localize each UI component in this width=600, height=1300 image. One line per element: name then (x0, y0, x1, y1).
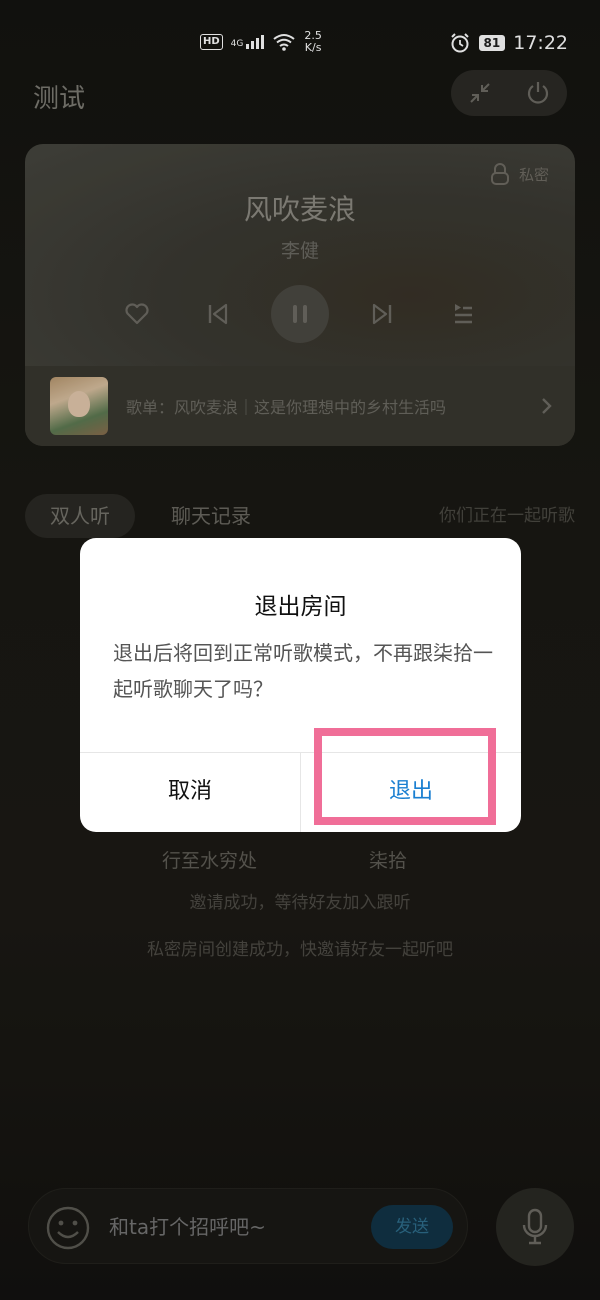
dialog-message: 退出后将回到正常听歌模式，不再跟柒拾一起听歌聊天了吗？ (113, 641, 493, 701)
cancel-button[interactable]: 取消 (80, 752, 300, 832)
highlight-box (314, 728, 496, 825)
dialog-title: 退出房间 (254, 594, 347, 620)
